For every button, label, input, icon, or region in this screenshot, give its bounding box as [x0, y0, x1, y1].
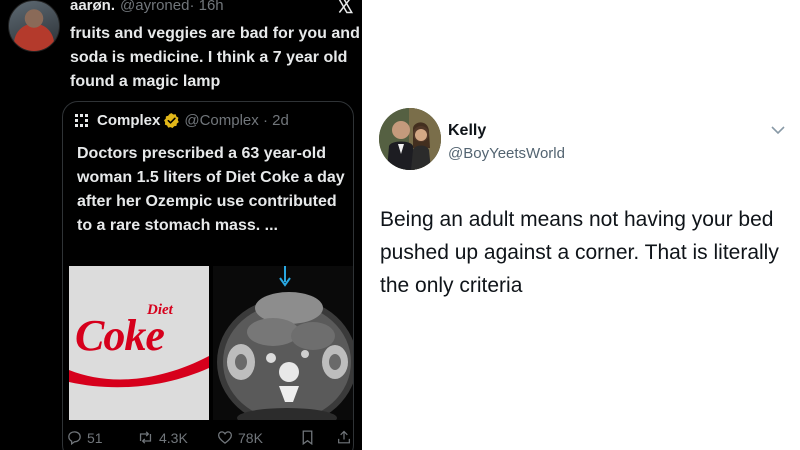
tweet-text: Being an adult means not having your bed…	[380, 208, 779, 297]
author-name[interactable]: aarøn.	[70, 0, 115, 14]
ct-scan-graphic	[217, 292, 353, 420]
quote-header: Complex @Complex · 2d	[75, 112, 289, 129]
share-icon	[338, 430, 350, 444]
bookmark-button[interactable]	[300, 429, 319, 446]
like-icon	[217, 431, 233, 444]
tweet-action-bar: 51 4.3K 78K	[62, 426, 354, 450]
reply-count: 51	[87, 429, 103, 446]
left-tweet-panel: aarøn. @ayroned· 16h fruits and veggies a…	[0, 0, 362, 450]
repost-icon	[139, 431, 152, 444]
tweet-author-row: aarøn. @ayroned· 16h	[70, 0, 224, 14]
quote-handle-time[interactable]: @Complex · 2d	[184, 112, 288, 129]
quote-text: Doctors prescribed a 63 year-old woman 1…	[77, 145, 345, 234]
avatar-photo	[379, 108, 441, 170]
repost-button[interactable]: 4.3K	[136, 429, 188, 446]
bookmark-icon	[302, 430, 313, 446]
quote-author-name[interactable]: Complex	[97, 112, 160, 129]
tweet-text: fruits and veggies are bad for you and s…	[70, 25, 360, 90]
avatar[interactable]	[8, 0, 60, 52]
like-button[interactable]: 78K	[216, 429, 263, 446]
author-handle[interactable]: @BoyYeetsWorld	[448, 145, 565, 162]
ct-scan-image[interactable]	[213, 266, 353, 420]
share-button[interactable]	[336, 429, 356, 446]
reply-button[interactable]: 51	[66, 429, 103, 446]
x-logo-icon	[338, 0, 354, 14]
avatar[interactable]	[379, 108, 441, 170]
complex-logo-icon	[75, 113, 89, 128]
ct-arrow-icon	[279, 266, 291, 287]
coke-swoosh-icon	[69, 356, 209, 388]
like-count: 78K	[238, 429, 263, 446]
reply-icon	[68, 431, 81, 446]
verified-badge-icon	[164, 113, 180, 129]
quoted-tweet-card[interactable]: Complex @Complex · 2d Doctors prescribed…	[62, 101, 354, 450]
repost-count: 4.3K	[159, 429, 188, 446]
right-tweet-panel: Kelly @BoyYeetsWorld Being an adult mean…	[362, 0, 800, 450]
tweet-timestamp[interactable]: · 16h	[189, 0, 223, 14]
author-handle[interactable]: @ayroned	[120, 0, 189, 14]
diet-coke-image[interactable]: Diet Coke	[69, 266, 209, 420]
chevron-down-icon[interactable]	[770, 124, 786, 136]
author-name[interactable]: Kelly	[448, 122, 486, 140]
